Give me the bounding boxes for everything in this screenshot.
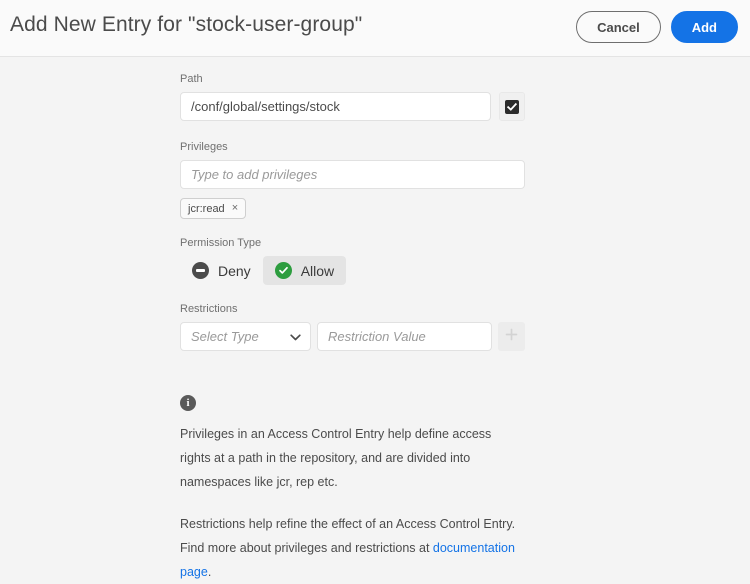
path-label: Path	[180, 73, 203, 85]
privileges-label: Privileges	[180, 141, 228, 153]
info-paragraph-2-suffix: .	[207, 565, 212, 579]
restriction-value-input[interactable]	[317, 322, 492, 351]
restriction-type-value: Select Type	[191, 329, 259, 344]
info-icon: i	[180, 395, 196, 411]
info-paragraph-1: Privileges in an Access Control Entry he…	[180, 427, 492, 489]
add-button[interactable]: Add	[670, 11, 738, 43]
permission-type-label: Permission Type	[180, 237, 262, 249]
permission-option-allow-label: Allow	[300, 262, 335, 279]
permission-type-group: Permission Type Deny Allow	[180, 237, 525, 285]
dialog-header: Add New Entry for "stock-user-group" Can…	[0, 0, 750, 57]
check-circle-icon	[274, 262, 292, 279]
permission-option-deny-label: Deny	[218, 262, 251, 279]
page-title: Add New Entry for "stock-user-group"	[10, 13, 363, 36]
info-block: i Privileges in an Access Control Entry …	[180, 395, 525, 584]
path-field-group: Path	[180, 73, 525, 121]
close-icon[interactable]: ×	[232, 203, 238, 214]
privilege-tag-label: jcr:read	[188, 202, 225, 215]
privilege-tag[interactable]: jcr:read ×	[180, 198, 247, 219]
entry-form: Path Privileges jcr:read	[180, 73, 525, 584]
plus-icon	[505, 328, 518, 346]
cancel-button[interactable]: Cancel	[576, 11, 661, 43]
add-restriction-button[interactable]	[498, 322, 525, 351]
restrictions-label: Restrictions	[180, 303, 238, 315]
privileges-tag-list: jcr:read ×	[180, 189, 525, 219]
path-input[interactable]	[180, 92, 491, 121]
info-paragraph-2: Restrictions help refine the effect of a…	[180, 512, 525, 584]
privileges-field-group: Privileges jcr:read ×	[180, 141, 525, 219]
deny-circle-icon	[192, 262, 209, 279]
path-row	[180, 92, 525, 121]
permission-option-allow[interactable]: Allow	[262, 256, 347, 285]
permission-option-deny[interactable]: Deny	[180, 256, 263, 285]
restrictions-group: Restrictions Select Type	[180, 303, 525, 351]
privileges-input[interactable]	[180, 160, 525, 189]
checkmark-icon	[505, 99, 519, 114]
restriction-type-select[interactable]: Select Type	[180, 322, 311, 351]
header-actions: Cancel Add	[576, 11, 738, 43]
restrictions-row: Select Type	[180, 322, 525, 351]
path-checkbox[interactable]	[499, 92, 525, 121]
permission-type-options: Deny Allow	[180, 256, 525, 285]
chevron-down-icon	[290, 329, 301, 344]
dialog-body: Path Privileges jcr:read	[0, 57, 750, 579]
